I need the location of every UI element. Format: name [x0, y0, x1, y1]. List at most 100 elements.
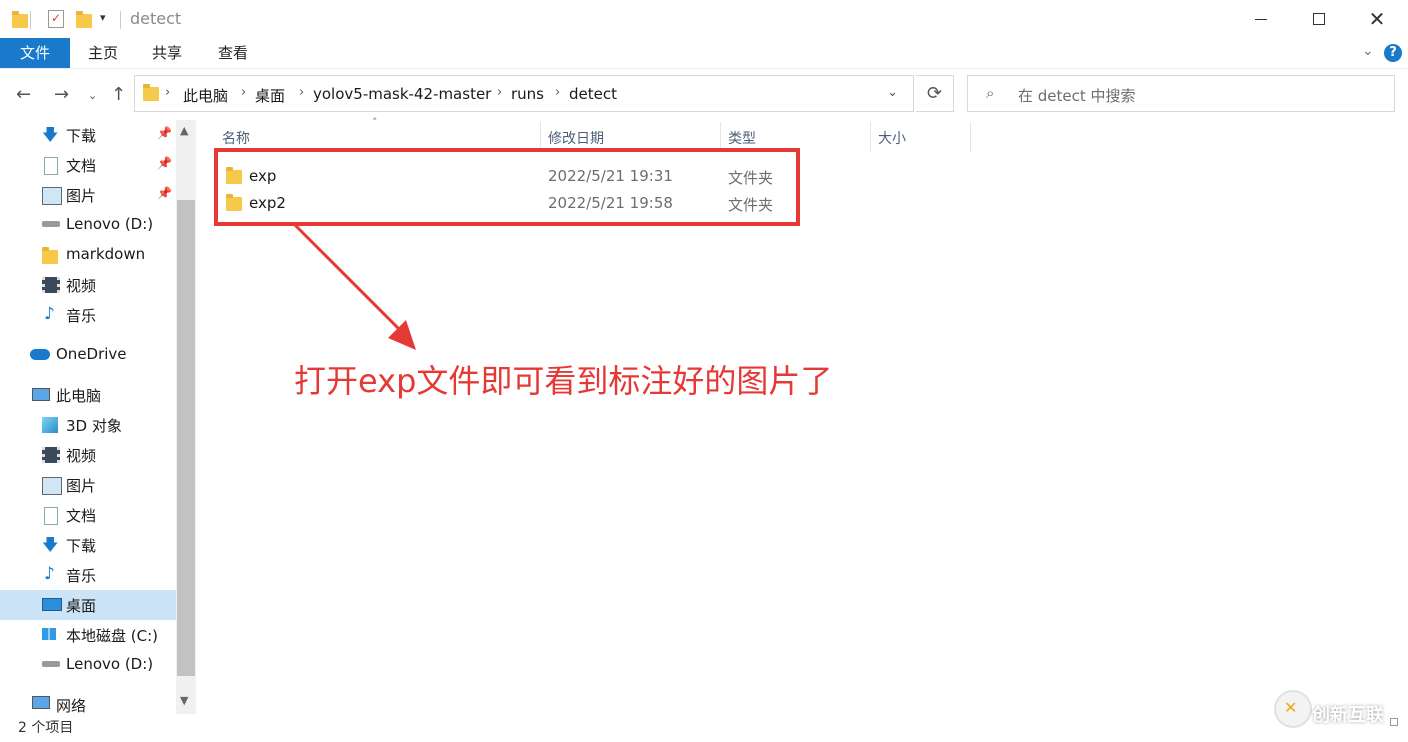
- help-icon[interactable]: ?: [1384, 44, 1402, 62]
- pin-icon[interactable]: 📌: [157, 156, 172, 170]
- sidebar-item-label: 视频: [66, 277, 97, 295]
- pin-icon[interactable]: 📌: [157, 126, 172, 140]
- film-icon: [42, 447, 60, 463]
- address-dropdown-icon[interactable]: ⌄: [887, 85, 898, 100]
- close-icon: ✕: [1368, 7, 1386, 31]
- film-icon: [42, 277, 60, 293]
- refresh-button[interactable]: ⟳: [916, 75, 954, 112]
- sidebar-item-label: Lenovo (D:): [66, 655, 154, 673]
- divider: [30, 11, 31, 29]
- search-icon: ⌕: [986, 84, 995, 102]
- sidebar-item-desktop[interactable]: 桌面: [0, 590, 176, 620]
- sidebar-item-label: 下载: [66, 537, 97, 555]
- column-divider[interactable]: [970, 122, 971, 152]
- back-arrow-icon[interactable]: ←: [16, 84, 31, 105]
- sidebar-item-network[interactable]: 网络: [0, 690, 176, 715]
- sort-ascending-icon: ˄: [372, 116, 378, 129]
- sidebar-item-documents-pinned[interactable]: 文档 📌: [0, 150, 176, 180]
- sidebar-item-label: 文档: [66, 507, 97, 525]
- minimize-icon: [1255, 18, 1267, 20]
- pin-icon[interactable]: 📌: [157, 186, 172, 200]
- new-folder-icon[interactable]: [76, 11, 92, 28]
- sidebar-item-downloads[interactable]: 🡇 下载: [0, 530, 176, 560]
- scroll-down-icon[interactable]: ▼: [180, 694, 188, 707]
- column-header-modified[interactable]: 修改日期: [548, 128, 604, 148]
- sidebar-item-label: 下载: [66, 127, 97, 145]
- breadcrumb-runs[interactable]: runs: [511, 85, 544, 103]
- sidebar-item-videos[interactable]: 视频: [0, 440, 176, 470]
- network-icon: [32, 696, 50, 709]
- title-bar: ✓ ▾ detect ✕: [0, 0, 1408, 38]
- sidebar-item-lenovo-d[interactable]: Lenovo (D:): [0, 650, 176, 680]
- download-arrow-icon: 🡇: [42, 125, 59, 144]
- sidebar-item-pictures-pinned[interactable]: 图片 📌: [0, 180, 176, 210]
- picture-icon: [42, 187, 62, 205]
- sidebar-item-label: Lenovo (D:): [66, 215, 154, 233]
- breadcrumb-this-pc[interactable]: 此电脑: [183, 85, 228, 106]
- sidebar-item-downloads-pinned[interactable]: 🡇 下载 📌: [0, 120, 176, 150]
- ribbon-expand-icon[interactable]: ⌄: [1362, 43, 1374, 59]
- sidebar-item-label: 视频: [66, 447, 97, 465]
- sidebar-item-label: 图片: [66, 187, 97, 205]
- maximize-icon: [1313, 13, 1325, 25]
- annotation-arrow: [292, 222, 416, 350]
- sidebar-item-label: OneDrive: [56, 345, 127, 363]
- sidebar-item-label: 文档: [66, 157, 97, 175]
- sidebar-item-markdown[interactable]: markdown: [0, 240, 176, 270]
- chevron-right-icon: ›: [497, 85, 503, 100]
- sidebar-item-music[interactable]: ♪ 音乐: [0, 300, 176, 330]
- maximize-button[interactable]: [1290, 0, 1348, 38]
- sidebar-item-music[interactable]: ♪ 音乐: [0, 560, 176, 590]
- sidebar-item-videos[interactable]: 视频: [0, 270, 176, 300]
- watermark-text: 创新互联: [1312, 705, 1384, 726]
- up-arrow-icon[interactable]: ↑: [111, 84, 126, 105]
- tab-view[interactable]: 查看: [210, 38, 256, 68]
- sidebar-item-label: 3D 对象: [66, 417, 122, 435]
- music-note-icon: ♪: [44, 304, 55, 324]
- scroll-up-icon[interactable]: ▲: [180, 124, 188, 137]
- cube-icon: [42, 417, 58, 433]
- drive-icon: [42, 661, 60, 667]
- folder-icon: [42, 247, 58, 264]
- sidebar-item-label: markdown: [66, 245, 146, 263]
- sidebar-item-lenovo-d[interactable]: Lenovo (D:): [0, 210, 176, 240]
- recent-locations-icon[interactable]: ⌄: [88, 89, 97, 102]
- document-icon: [44, 157, 58, 175]
- sidebar-item-label: 图片: [66, 477, 97, 495]
- sidebar-item-local-disk-c[interactable]: 本地磁盘 (C:): [0, 620, 176, 650]
- close-button[interactable]: ✕: [1348, 0, 1406, 38]
- minimize-button[interactable]: [1232, 0, 1290, 38]
- column-header-type[interactable]: 类型: [728, 128, 756, 148]
- divider: [120, 11, 121, 29]
- tab-home[interactable]: 主页: [80, 38, 126, 68]
- cloud-icon: [30, 349, 50, 360]
- properties-icon[interactable]: ✓: [48, 10, 64, 28]
- tab-share[interactable]: 共享: [144, 38, 190, 68]
- annotation-text: 打开exp文件即可看到标注好的图片了: [294, 362, 833, 400]
- column-header-name[interactable]: 名称: [222, 128, 250, 148]
- computer-icon: [32, 388, 50, 401]
- sidebar-item-pictures[interactable]: 图片: [0, 470, 176, 500]
- breadcrumb-detect[interactable]: detect: [569, 85, 617, 103]
- sidebar-item-onedrive[interactable]: OneDrive: [0, 340, 176, 370]
- breadcrumb-project[interactable]: yolov5-mask-42-master: [313, 85, 491, 103]
- breadcrumb-desktop[interactable]: 桌面: [255, 85, 285, 106]
- folder-icon: [143, 84, 159, 101]
- chevron-right-icon: ›: [555, 85, 561, 100]
- sidebar-item-documents[interactable]: 文档: [0, 500, 176, 530]
- window-title: detect: [130, 9, 182, 28]
- sidebar-item-3d-objects[interactable]: 3D 对象: [0, 410, 176, 440]
- search-input[interactable]: ⌕ 在 detect 中搜索: [967, 75, 1395, 112]
- forward-arrow-icon[interactable]: →: [54, 84, 69, 105]
- column-header-size[interactable]: 大小: [878, 128, 906, 148]
- navigation-pane: 🡇 下载 📌 文档 📌 图片 📌 Lenovo (D:) markdown 视频…: [0, 120, 176, 715]
- address-bar[interactable]: › 此电脑 › 桌面 › yolov5-mask-42-master › run…: [134, 75, 914, 112]
- column-divider[interactable]: [870, 122, 871, 152]
- sidebar-item-this-pc[interactable]: 此电脑: [0, 380, 176, 410]
- quick-access-dropdown-icon[interactable]: ▾: [100, 11, 106, 24]
- document-icon: [44, 507, 58, 525]
- chevron-right-icon: ›: [299, 85, 305, 100]
- scrollbar-thumb[interactable]: [177, 200, 195, 676]
- tab-file[interactable]: 文件: [0, 38, 70, 68]
- annotation-arrow-line: [292, 222, 406, 336]
